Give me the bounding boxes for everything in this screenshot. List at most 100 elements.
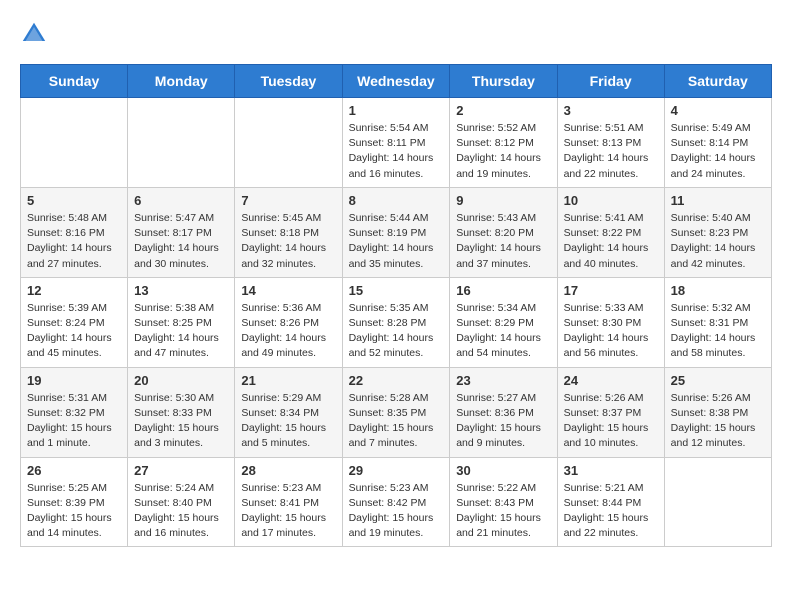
calendar-cell: 4 Sunrise: 5:49 AM Sunset: 8:14 PM Daylig… (664, 98, 771, 188)
day-info: Sunrise: 5:49 AM Sunset: 8:14 PM Dayligh… (671, 121, 765, 182)
calendar-week-5: 26 Sunrise: 5:25 AM Sunset: 8:39 PM Dayli… (21, 457, 772, 547)
day-number: 7 (241, 193, 335, 208)
column-header-thursday: Thursday (450, 65, 557, 98)
day-info: Sunrise: 5:54 AM Sunset: 8:11 PM Dayligh… (349, 121, 444, 182)
calendar-cell: 5 Sunrise: 5:48 AM Sunset: 8:16 PM Daylig… (21, 187, 128, 277)
calendar-cell (235, 98, 342, 188)
logo (20, 20, 52, 48)
calendar-week-3: 12 Sunrise: 5:39 AM Sunset: 8:24 PM Dayli… (21, 277, 772, 367)
day-number: 15 (349, 283, 444, 298)
day-number: 19 (27, 373, 121, 388)
calendar-cell: 6 Sunrise: 5:47 AM Sunset: 8:17 PM Daylig… (128, 187, 235, 277)
day-info: Sunrise: 5:29 AM Sunset: 8:34 PM Dayligh… (241, 391, 335, 452)
calendar-cell: 20 Sunrise: 5:30 AM Sunset: 8:33 PM Dayli… (128, 367, 235, 457)
day-number: 24 (564, 373, 658, 388)
day-info: Sunrise: 5:32 AM Sunset: 8:31 PM Dayligh… (671, 301, 765, 362)
day-info: Sunrise: 5:23 AM Sunset: 8:41 PM Dayligh… (241, 481, 335, 542)
column-header-monday: Monday (128, 65, 235, 98)
day-info: Sunrise: 5:43 AM Sunset: 8:20 PM Dayligh… (456, 211, 550, 272)
calendar-cell: 10 Sunrise: 5:41 AM Sunset: 8:22 PM Dayli… (557, 187, 664, 277)
calendar-week-1: 1Sunrise: 5:54 AM Sunset: 8:11 PM Daylig… (21, 98, 772, 188)
calendar-cell: 25 Sunrise: 5:26 AM Sunset: 8:38 PM Dayli… (664, 367, 771, 457)
day-info: Sunrise: 5:24 AM Sunset: 8:40 PM Dayligh… (134, 481, 228, 542)
day-number: 23 (456, 373, 550, 388)
day-info: Sunrise: 5:51 AM Sunset: 8:13 PM Dayligh… (564, 121, 658, 182)
day-info: Sunrise: 5:28 AM Sunset: 8:35 PM Dayligh… (349, 391, 444, 452)
calendar-table: SundayMondayTuesdayWednesdayThursdayFrid… (20, 64, 772, 547)
calendar-cell: 28 Sunrise: 5:23 AM Sunset: 8:41 PM Dayli… (235, 457, 342, 547)
day-info: Sunrise: 5:38 AM Sunset: 8:25 PM Dayligh… (134, 301, 228, 362)
day-number: 20 (134, 373, 228, 388)
day-number: 6 (134, 193, 228, 208)
day-info: Sunrise: 5:36 AM Sunset: 8:26 PM Dayligh… (241, 301, 335, 362)
calendar-cell (128, 98, 235, 188)
day-info: Sunrise: 5:40 AM Sunset: 8:23 PM Dayligh… (671, 211, 765, 272)
column-header-sunday: Sunday (21, 65, 128, 98)
calendar-cell: 9 Sunrise: 5:43 AM Sunset: 8:20 PM Daylig… (450, 187, 557, 277)
column-header-wednesday: Wednesday (342, 65, 450, 98)
calendar-cell: 8 Sunrise: 5:44 AM Sunset: 8:19 PM Daylig… (342, 187, 450, 277)
day-info: Sunrise: 5:39 AM Sunset: 8:24 PM Dayligh… (27, 301, 121, 362)
calendar-cell: 23 Sunrise: 5:27 AM Sunset: 8:36 PM Dayli… (450, 367, 557, 457)
day-info: Sunrise: 5:22 AM Sunset: 8:43 PM Dayligh… (456, 481, 550, 542)
day-number: 13 (134, 283, 228, 298)
day-info: Sunrise: 5:52 AM Sunset: 8:12 PM Dayligh… (456, 121, 550, 182)
day-number: 5 (27, 193, 121, 208)
column-header-saturday: Saturday (664, 65, 771, 98)
calendar-header-row: SundayMondayTuesdayWednesdayThursdayFrid… (21, 65, 772, 98)
calendar-cell: 19 Sunrise: 5:31 AM Sunset: 8:32 PM Dayli… (21, 367, 128, 457)
day-number: 3 (564, 103, 658, 118)
day-number: 2 (456, 103, 550, 118)
calendar-week-4: 19 Sunrise: 5:31 AM Sunset: 8:32 PM Dayli… (21, 367, 772, 457)
day-info: Sunrise: 5:26 AM Sunset: 8:37 PM Dayligh… (564, 391, 658, 452)
day-info: Sunrise: 5:44 AM Sunset: 8:19 PM Dayligh… (349, 211, 444, 272)
day-number: 25 (671, 373, 765, 388)
calendar-cell: 31Sunrise: 5:21 AM Sunset: 8:44 PM Dayli… (557, 457, 664, 547)
day-info: Sunrise: 5:31 AM Sunset: 8:32 PM Dayligh… (27, 391, 121, 452)
calendar-cell: 2 Sunrise: 5:52 AM Sunset: 8:12 PM Daylig… (450, 98, 557, 188)
day-number: 18 (671, 283, 765, 298)
calendar-cell: 13 Sunrise: 5:38 AM Sunset: 8:25 PM Dayli… (128, 277, 235, 367)
day-info: Sunrise: 5:48 AM Sunset: 8:16 PM Dayligh… (27, 211, 121, 272)
calendar-cell: 7 Sunrise: 5:45 AM Sunset: 8:18 PM Daylig… (235, 187, 342, 277)
calendar-week-2: 5 Sunrise: 5:48 AM Sunset: 8:16 PM Daylig… (21, 187, 772, 277)
calendar-cell: 30 Sunrise: 5:22 AM Sunset: 8:43 PM Dayli… (450, 457, 557, 547)
day-number: 17 (564, 283, 658, 298)
calendar-cell: 1Sunrise: 5:54 AM Sunset: 8:11 PM Daylig… (342, 98, 450, 188)
calendar-cell: 26 Sunrise: 5:25 AM Sunset: 8:39 PM Dayli… (21, 457, 128, 547)
day-number: 28 (241, 463, 335, 478)
column-header-friday: Friday (557, 65, 664, 98)
day-info: Sunrise: 5:47 AM Sunset: 8:17 PM Dayligh… (134, 211, 228, 272)
calendar-cell: 16Sunrise: 5:34 AM Sunset: 8:29 PM Dayli… (450, 277, 557, 367)
day-info: Sunrise: 5:25 AM Sunset: 8:39 PM Dayligh… (27, 481, 121, 542)
calendar-cell: 27Sunrise: 5:24 AM Sunset: 8:40 PM Dayli… (128, 457, 235, 547)
day-info: Sunrise: 5:34 AM Sunset: 8:29 PM Dayligh… (456, 301, 550, 362)
day-info: Sunrise: 5:35 AM Sunset: 8:28 PM Dayligh… (349, 301, 444, 362)
day-info: Sunrise: 5:41 AM Sunset: 8:22 PM Dayligh… (564, 211, 658, 272)
day-info: Sunrise: 5:21 AM Sunset: 8:44 PM Dayligh… (564, 481, 658, 542)
day-info: Sunrise: 5:45 AM Sunset: 8:18 PM Dayligh… (241, 211, 335, 272)
day-number: 11 (671, 193, 765, 208)
day-info: Sunrise: 5:30 AM Sunset: 8:33 PM Dayligh… (134, 391, 228, 452)
day-number: 10 (564, 193, 658, 208)
page-header (20, 20, 772, 48)
calendar-cell: 12 Sunrise: 5:39 AM Sunset: 8:24 PM Dayli… (21, 277, 128, 367)
day-info: Sunrise: 5:26 AM Sunset: 8:38 PM Dayligh… (671, 391, 765, 452)
calendar-cell: 15 Sunrise: 5:35 AM Sunset: 8:28 PM Dayli… (342, 277, 450, 367)
calendar-cell: 24 Sunrise: 5:26 AM Sunset: 8:37 PM Dayli… (557, 367, 664, 457)
day-number: 26 (27, 463, 121, 478)
day-number: 12 (27, 283, 121, 298)
day-number: 30 (456, 463, 550, 478)
day-number: 8 (349, 193, 444, 208)
calendar-cell (664, 457, 771, 547)
calendar-cell: 22Sunrise: 5:28 AM Sunset: 8:35 PM Dayli… (342, 367, 450, 457)
logo-icon (20, 20, 48, 48)
day-number: 21 (241, 373, 335, 388)
day-number: 29 (349, 463, 444, 478)
column-header-tuesday: Tuesday (235, 65, 342, 98)
day-number: 14 (241, 283, 335, 298)
day-number: 9 (456, 193, 550, 208)
day-info: Sunrise: 5:23 AM Sunset: 8:42 PM Dayligh… (349, 481, 444, 542)
day-number: 4 (671, 103, 765, 118)
day-info: Sunrise: 5:27 AM Sunset: 8:36 PM Dayligh… (456, 391, 550, 452)
